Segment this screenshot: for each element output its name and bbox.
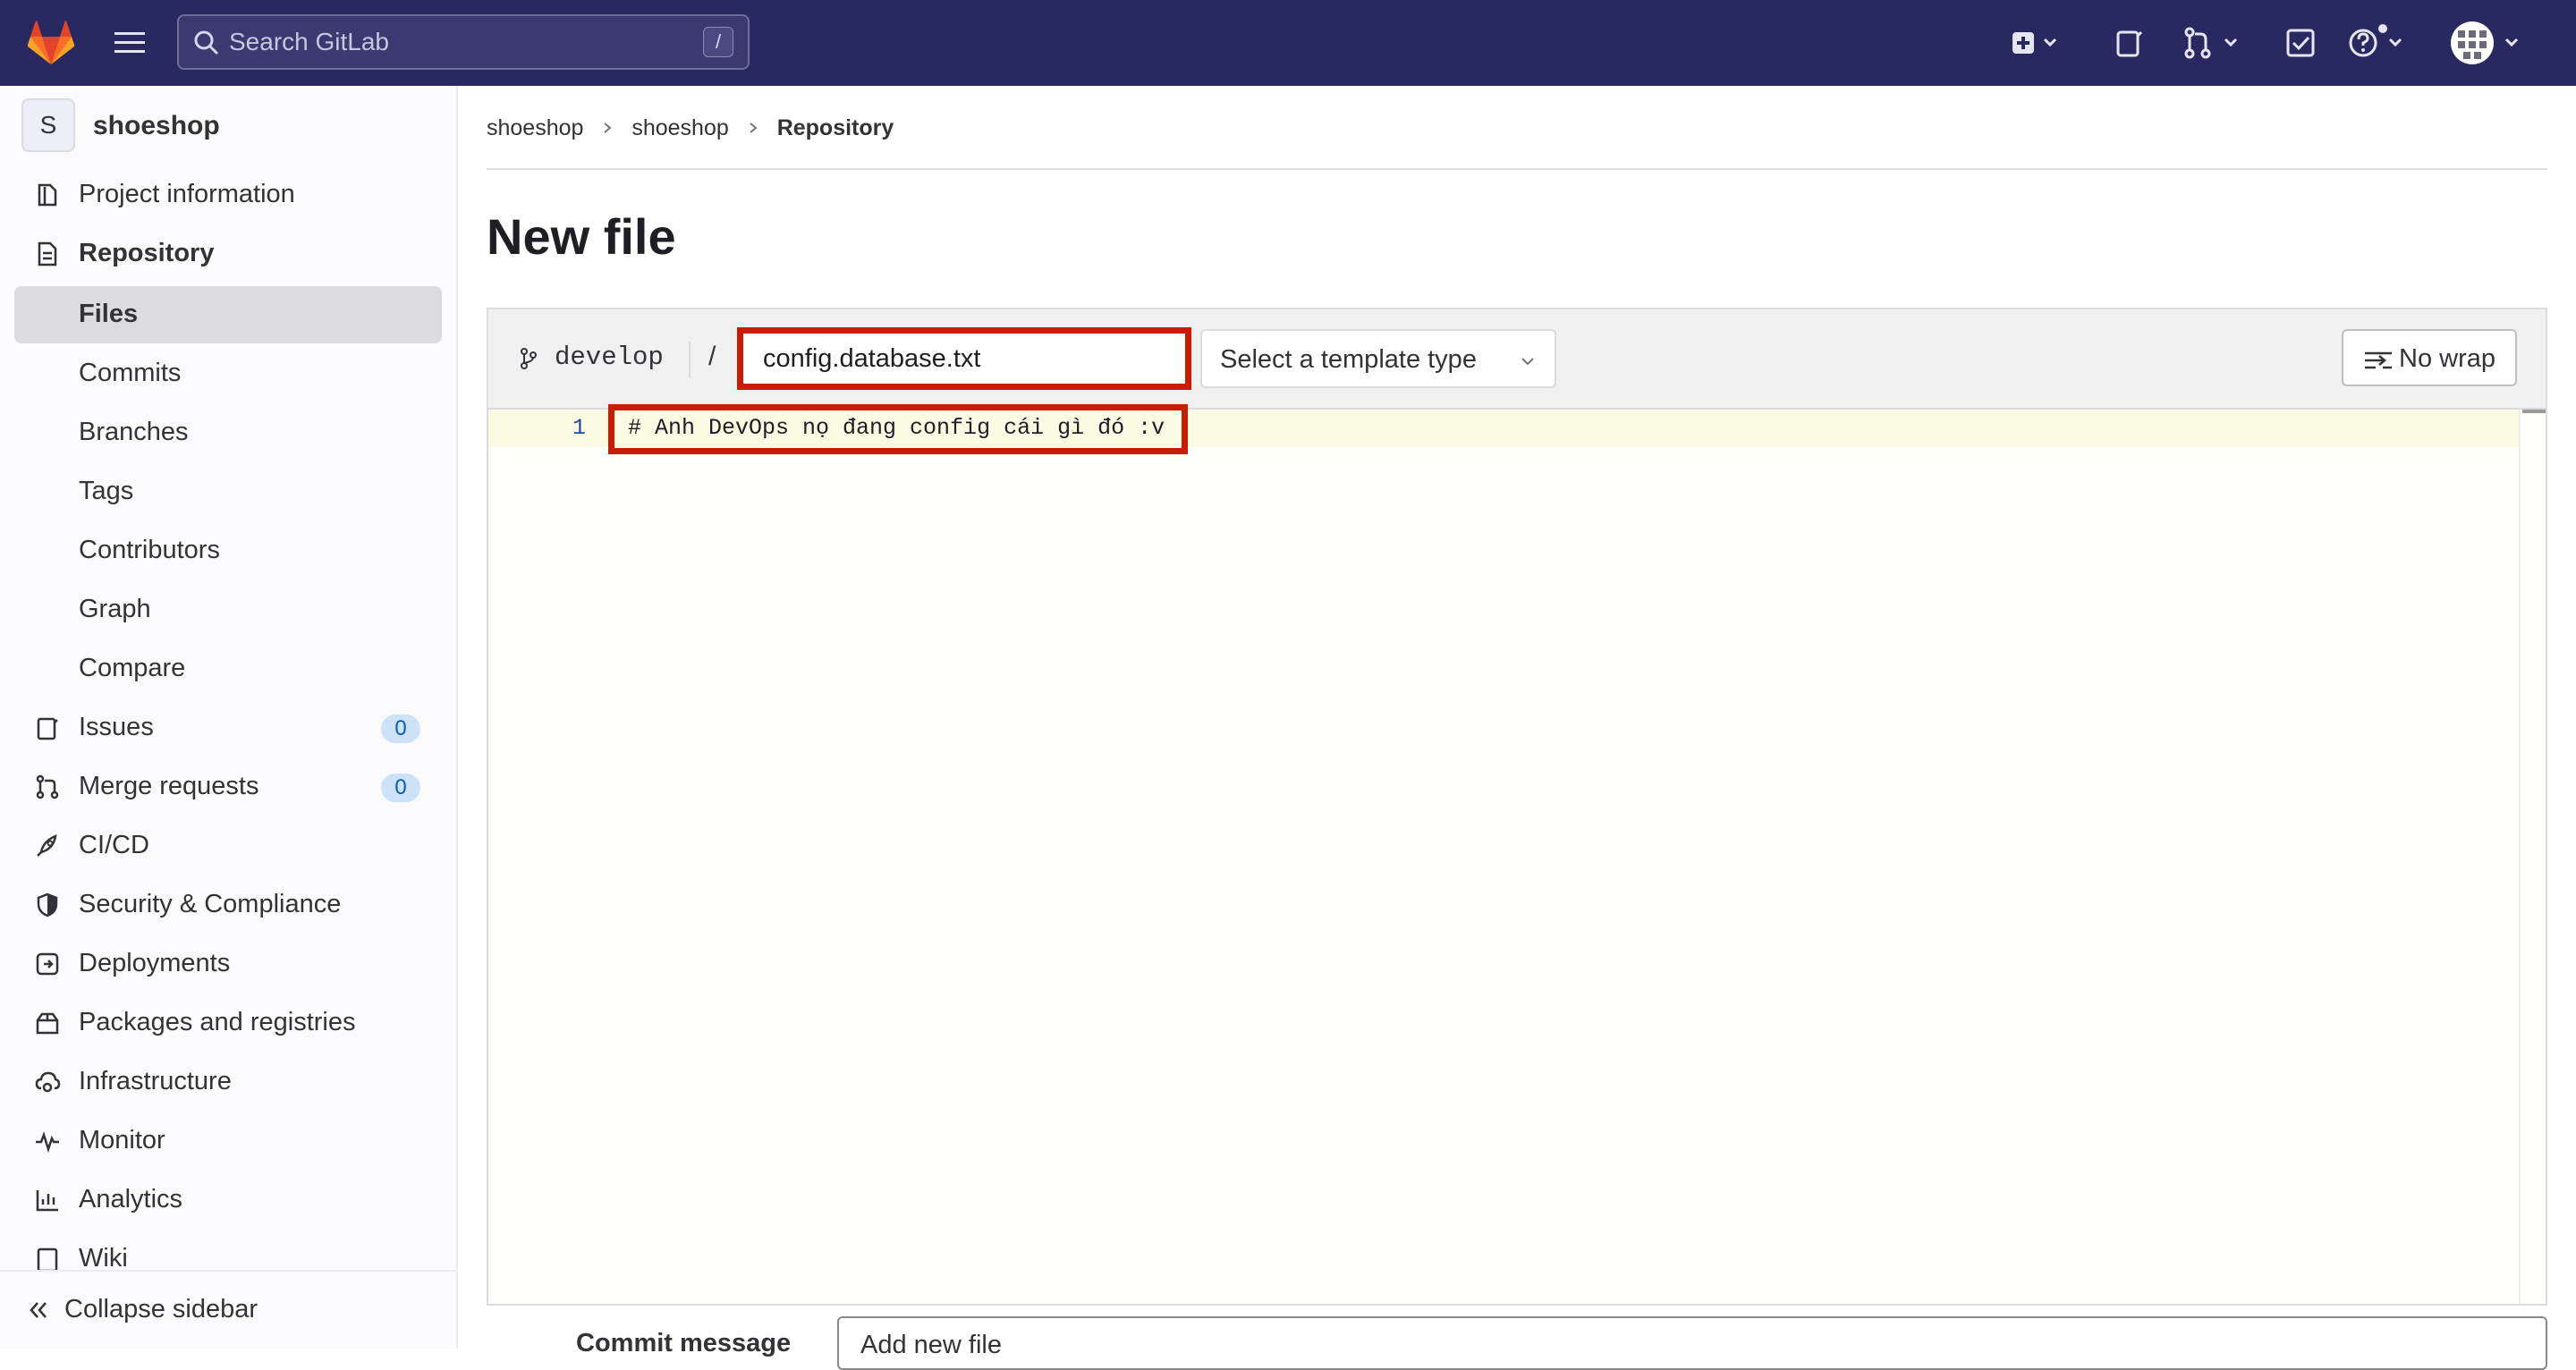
- breadcrumb-item[interactable]: shoeshop: [487, 115, 583, 141]
- sidebar-item-issues[interactable]: Issues 0: [14, 699, 442, 757]
- code-area[interactable]: 1 # Anh DevOps nọ đang config cái gì đó …: [488, 404, 2546, 1304]
- document-icon: [34, 241, 61, 267]
- sidebar-item-graph[interactable]: Graph: [14, 581, 442, 638]
- sidebar-item-label: Repository: [79, 239, 215, 267]
- sidebar-item-label: Merge requests: [79, 772, 259, 800]
- top-navbar: Search GitLab /: [0, 0, 2576, 86]
- sidebar-item-label: CI/CD: [79, 831, 149, 859]
- template-type-label: Select a template type: [1220, 345, 1477, 374]
- divider: [689, 342, 691, 377]
- issues-icon: [34, 715, 61, 741]
- sidebar-item-label: Analytics: [79, 1185, 183, 1214]
- branch-icon: [519, 347, 538, 370]
- commit-message-value: Add new file: [860, 1331, 1002, 1359]
- file-name-field[interactable]: [737, 327, 1191, 390]
- sidebar-item-label: Security & Compliance: [79, 890, 342, 918]
- sidebar-item-label: Branches: [79, 418, 189, 446]
- divider: [487, 168, 2547, 170]
- merge-requests-icon[interactable]: [2181, 23, 2249, 63]
- sidebar-item-infrastructure[interactable]: Infrastructure: [14, 1053, 442, 1111]
- scrollbar-thumb[interactable]: [2522, 410, 2546, 413]
- sidebar-item-project-information[interactable]: Project information: [14, 166, 442, 224]
- branch-name: develop: [555, 342, 664, 372]
- sidebar-item-label: Issues: [79, 713, 154, 741]
- package-icon: [34, 1010, 61, 1036]
- sidebar-item-tags[interactable]: Tags: [14, 463, 442, 520]
- gitlab-logo-icon[interactable]: [27, 20, 75, 66]
- sidebar-item-label: Contributors: [79, 536, 220, 564]
- sidebar-item-label: Files: [79, 300, 139, 328]
- sidebar-item-repository[interactable]: Repository: [14, 225, 442, 283]
- project-name[interactable]: shoeshop: [93, 111, 220, 141]
- book-icon: [34, 1246, 61, 1273]
- sidebar-item-files[interactable]: Files: [14, 286, 442, 343]
- sidebar-item-merge-requests[interactable]: Merge requests 0: [14, 758, 442, 816]
- cloud-gear-icon: [34, 1069, 61, 1095]
- page-title: New file: [487, 208, 676, 265]
- rocket-icon: [34, 833, 61, 859]
- path-separator: /: [708, 342, 716, 371]
- user-avatar[interactable]: [2447, 18, 2528, 68]
- commit-message-label: Commit message: [576, 1329, 792, 1357]
- monitor-icon: [34, 1128, 61, 1154]
- sidebar-item-ci-cd[interactable]: CI/CD: [14, 817, 442, 875]
- vertical-scrollbar[interactable]: [2519, 410, 2546, 1304]
- sidebar-item-label: Compare: [79, 654, 186, 682]
- code-line[interactable]: # Anh DevOps nọ đang config cái gì đó :v: [628, 415, 1165, 441]
- editor-header: develop / Select a template type No wrap: [488, 309, 2546, 410]
- collapse-sidebar-label: Collapse sidebar: [64, 1295, 258, 1323]
- wrap-icon: [2363, 349, 2394, 372]
- sidebar-item-commits[interactable]: Commits: [14, 345, 442, 402]
- merge-requests-count-badge: 0: [381, 774, 420, 802]
- issues-count-badge: 0: [381, 715, 420, 743]
- sidebar-item-label: Commits: [79, 359, 182, 387]
- collapse-sidebar-button[interactable]: Collapse sidebar: [0, 1270, 456, 1349]
- merge-request-icon: [34, 774, 61, 800]
- sidebar: S shoeshop Project information Repositor…: [0, 86, 458, 1349]
- project-icon: [34, 182, 61, 208]
- sidebar-item-compare[interactable]: Compare: [14, 640, 442, 698]
- search-icon: [193, 30, 220, 56]
- todo-icon[interactable]: [2281, 23, 2320, 63]
- chevron-right-icon: [746, 121, 760, 135]
- project-avatar[interactable]: S: [21, 98, 75, 152]
- breadcrumb-item[interactable]: shoeshop: [631, 115, 728, 141]
- chevron-right-icon: [600, 121, 614, 135]
- sidebar-item-analytics[interactable]: Analytics: [14, 1171, 442, 1229]
- no-wrap-button[interactable]: No wrap: [2342, 329, 2517, 386]
- line-number: 1: [572, 415, 587, 441]
- sidebar-item-label: Monitor: [79, 1126, 165, 1154]
- breadcrumb: shoeshop shoeshop Repository: [487, 114, 894, 141]
- template-type-select[interactable]: Select a template type: [1200, 329, 1556, 388]
- commit-message-input[interactable]: Add new file: [837, 1316, 2547, 1370]
- chevron-double-left-icon: [27, 1298, 50, 1322]
- sidebar-item-packages-registries[interactable]: Packages and registries: [14, 994, 442, 1052]
- create-new-icon[interactable]: [2009, 23, 2063, 63]
- search-input[interactable]: Search GitLab /: [177, 14, 750, 70]
- chart-icon: [34, 1187, 61, 1214]
- menu-icon[interactable]: [111, 27, 150, 59]
- issues-icon[interactable]: [2109, 23, 2148, 63]
- sidebar-item-label: Packages and registries: [79, 1008, 356, 1036]
- sidebar-item-label: Tags: [79, 477, 134, 505]
- sidebar-item-label: Project information: [79, 180, 295, 208]
- sidebar-item-deployments[interactable]: Deployments: [14, 935, 442, 993]
- sidebar-item-label: Deployments: [79, 949, 231, 977]
- chevron-down-icon: [1519, 352, 1537, 370]
- sidebar-item-monitor[interactable]: Monitor: [14, 1112, 442, 1170]
- sidebar-item-label: Graph: [79, 595, 151, 623]
- sidebar-item-branches[interactable]: Branches: [14, 404, 442, 461]
- deployments-icon: [34, 951, 61, 977]
- search-shortcut-key: /: [703, 27, 733, 57]
- shield-icon: [34, 892, 61, 918]
- sidebar-item-label: Infrastructure: [79, 1067, 232, 1095]
- file-name-input[interactable]: [743, 334, 1185, 384]
- search-placeholder: Search GitLab: [229, 28, 389, 55]
- sidebar-item-contributors[interactable]: Contributors: [14, 522, 442, 579]
- no-wrap-label: No wrap: [2399, 344, 2496, 373]
- sidebar-item-security-compliance[interactable]: Security & Compliance: [14, 876, 442, 934]
- help-icon[interactable]: [2343, 23, 2411, 63]
- file-editor: develop / Select a template type No wrap…: [487, 308, 2547, 1306]
- breadcrumb-current[interactable]: Repository: [777, 115, 894, 141]
